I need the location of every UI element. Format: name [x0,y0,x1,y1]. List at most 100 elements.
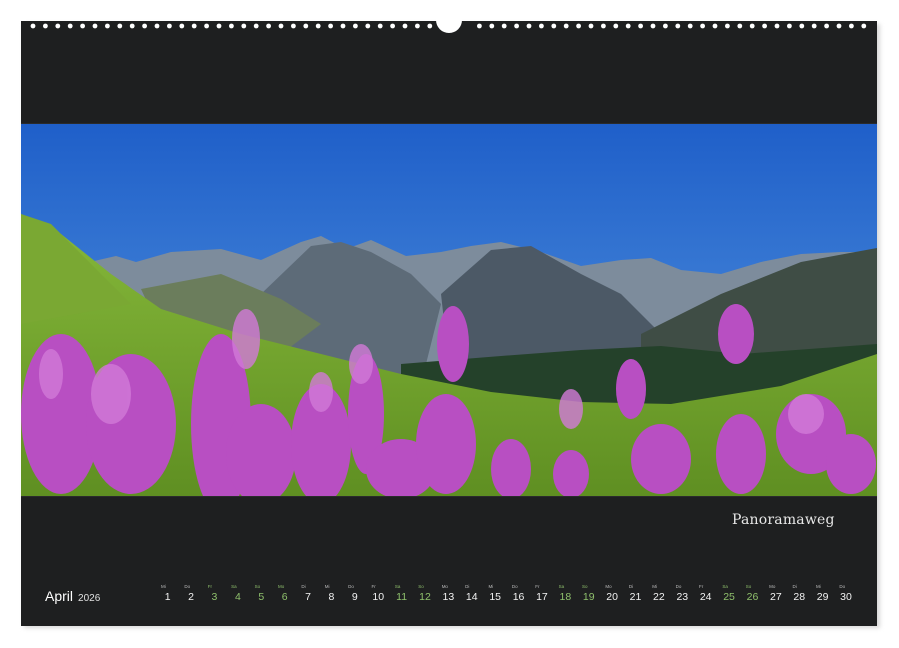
day-number: 10 [372,591,385,603]
weekday-label: Fr [698,584,704,589]
binding-hole [687,23,693,29]
weekday-label: Di [465,584,470,589]
binding-hole [613,23,619,29]
binding-hole [216,23,222,29]
day-number: 9 [351,591,358,603]
calendar-day: Sa 18 [554,584,577,606]
day-number: 17 [536,591,548,603]
calendar-day: So 26 [741,584,764,606]
calendar-day: Sa 4 [226,584,249,606]
day-number: 13 [442,591,455,603]
landscape-photo [21,123,877,497]
binding-hole [601,23,606,29]
calendar-day: Mi 15 [483,584,506,606]
binding-hole [563,23,569,29]
weekday-label: Do [348,584,354,589]
binding-hole [501,23,507,29]
binding-hole [154,23,160,29]
binding-hole [588,23,594,29]
weekday-label: Mi [652,584,657,589]
binding-hole [390,23,395,29]
binding-hole [861,23,867,29]
weekday-label: Mi [161,584,166,589]
binding-hole [377,23,383,29]
calendar-day: Fr 24 [694,584,717,606]
weekday-label: Sa [558,584,565,589]
binding-hole [229,23,234,29]
weekday-label: Mo [277,584,285,589]
binding-hole [737,23,743,29]
day-number: 30 [840,591,852,603]
binding-hole [663,23,668,29]
binding-hole [514,23,519,29]
calendar-day: Fr 17 [530,584,553,606]
day-number: 14 [465,591,478,603]
binding-hole [30,23,36,29]
binding-hole [551,23,557,29]
binding-hole [415,23,420,29]
binding-hole [489,23,495,29]
binding-hole [526,23,532,29]
calendar-day: Fr 10 [367,584,390,606]
binding-hole [836,23,842,29]
binding-hole [328,23,333,29]
day-number: 20 [606,591,618,603]
weekday-label: So [254,584,261,589]
calendar-day: Do 9 [343,584,366,606]
binding-hole [700,23,705,29]
day-number: 19 [582,591,595,603]
binding-hole [402,23,408,29]
weekday-label: Di [301,584,306,589]
binding-hole [774,23,780,29]
binding-hole [787,23,792,29]
day-number: 26 [746,591,759,603]
calendar-day: Di 21 [624,584,647,606]
calendar-day: Mo 13 [437,584,460,606]
weekday-label: Fr [371,584,376,589]
binding-hole [105,23,110,29]
weekday-label: Do [511,584,518,589]
weekday-label: Di [792,584,797,589]
day-number: 6 [281,591,288,603]
binding-hole [117,23,123,29]
day-number: 25 [723,591,735,603]
weekday-label: Mo [441,584,448,589]
weekday-label: Sa [722,584,728,589]
day-number: 23 [676,591,689,603]
binding-hole [762,23,767,29]
day-number: 4 [234,591,241,603]
calendar-day: Mi 22 [647,584,670,606]
day-number: 2 [188,591,194,603]
binding-hole [266,23,271,29]
day-number: 28 [793,591,806,603]
calendar-day: Do 23 [671,584,694,606]
weekday-label: Sa [394,584,401,589]
weekday-label: Fr [535,584,540,589]
day-number: 24 [699,591,712,603]
binding-hole [303,23,309,29]
calendar-day: Do 16 [507,584,530,606]
calendar-day: Fr 3 [203,584,226,606]
month-label: April 2026 [45,588,100,604]
weekday-label: Do [839,584,846,589]
binding-hole [824,23,829,29]
binding-hole [625,23,631,29]
weekday-label: Do [675,584,682,589]
weekday-label: Mi [815,584,821,589]
binding-hole [638,23,643,29]
day-number: 18 [559,591,572,603]
day-number: 1 [164,591,171,603]
binding-hole [167,23,172,29]
weekday-label: Sa [231,584,237,589]
calendar-day: Mo 27 [764,584,787,606]
calendar-day: So 12 [413,584,436,606]
binding-hole [799,23,805,29]
binding-hole [427,23,433,29]
binding-hole [725,23,730,29]
calendar-day: Do 30 [834,584,857,606]
binding-hole [43,23,48,29]
weekday-label: Mi [488,584,494,589]
weekday-label: So [582,584,588,589]
year: 2026 [78,593,101,604]
calendar-day: Mo 6 [273,584,296,606]
